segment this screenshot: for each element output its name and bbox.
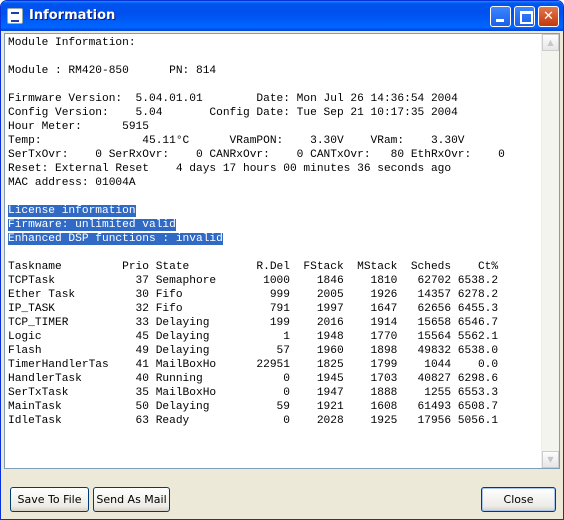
config-version-line: Config Version: 5.04 Config Date: Tue Se…: [8, 107, 458, 119]
firmware-version-line: Firmware Version: 5.04.01.01 Date: Mon J…: [8, 93, 458, 105]
close-window-button[interactable]: ✕: [538, 6, 559, 27]
information-window: Information ✕ Module Information: Module…: [0, 0, 564, 520]
text-line: [8, 246, 538, 260]
maximize-button[interactable]: [514, 6, 535, 27]
task-row: Flash 49 Delaying 57 1960 1898 49832 653…: [8, 345, 499, 357]
license-heading-line: License information: [8, 204, 538, 218]
text-line: Module Information:: [8, 37, 136, 49]
window-title: Information: [29, 8, 116, 23]
text-line: [8, 50, 538, 64]
selected-text: Firmware: unlimited valid: [8, 219, 176, 231]
minimize-button[interactable]: [490, 6, 511, 27]
license-firmware-line: Firmware: unlimited valid: [8, 218, 538, 232]
close-icon: ✕: [543, 9, 554, 24]
information-content: Module Information: Module : RM420-850 P…: [8, 36, 538, 428]
maximize-icon: [520, 11, 533, 24]
chevron-down-icon: ▼: [547, 455, 554, 464]
task-row: SerTxTask 35 MailBoxHo 0 1947 1888 1255 …: [8, 387, 499, 399]
information-text-area[interactable]: Module Information: Module : RM420-850 P…: [4, 33, 560, 469]
scroll-down-button[interactable]: ▼: [542, 451, 559, 468]
window-icon: [7, 8, 23, 24]
title-bar[interactable]: Information ✕: [1, 1, 563, 31]
task-row: TCP_TIMER 33 Delaying 199 2016 1914 1565…: [8, 317, 499, 329]
task-row: Ether Task 30 Fifo 999 2005 1926 14357 6…: [8, 289, 499, 301]
task-row: TimerHandlerTas 41 MailBoxHo 22951 1825 …: [8, 359, 499, 371]
scroll-up-button[interactable]: ▲: [542, 34, 559, 51]
minimize-icon: [496, 19, 504, 22]
save-to-file-button[interactable]: Save To File: [10, 487, 89, 512]
text-line: [8, 78, 538, 92]
selected-text: Enhanced DSP functions : invalid: [8, 233, 223, 245]
button-bar: Save To File Send As Mail Close: [1, 471, 563, 519]
task-row: IP_TASK 32 Fifo 791 1997 1647 62656 6455…: [8, 303, 499, 315]
chevron-up-icon: ▲: [547, 38, 554, 47]
task-row: HandlerTask 40 Running 0 1945 1703 40827…: [8, 373, 499, 385]
close-button[interactable]: Close: [481, 487, 556, 512]
vertical-scrollbar[interactable]: ▲ ▼: [541, 34, 559, 468]
temp-line: Temp: 45.11°C VRamPON: 3.30V VRam: 3.30V: [8, 135, 465, 147]
selected-text: License information: [8, 205, 136, 217]
reset-line: Reset: External Reset 4 days 17 hours 00…: [8, 163, 452, 175]
task-row: TCPTask 37 Semaphore 1000 1846 1810 6270…: [8, 275, 499, 287]
text-line: [8, 190, 538, 204]
overrun-line: SerTxOvr: 0 SerRxOvr: 0 CANRxOvr: 0 CANT…: [8, 149, 505, 161]
task-row: IdleTask 63 Ready 0 2028 1925 17956 5056…: [8, 415, 499, 427]
send-as-mail-button[interactable]: Send As Mail: [93, 487, 170, 512]
task-table-header: Taskname Prio State R.Del FStack MStack …: [8, 261, 499, 273]
task-row: MainTask 50 Delaying 59 1921 1608 61493 …: [8, 401, 499, 413]
license-dsp-line: Enhanced DSP functions : invalid: [8, 232, 538, 246]
mac-address-line: MAC address: 01004A: [8, 177, 136, 189]
hour-meter-line: Hour Meter: 5915: [8, 121, 149, 133]
task-row: Logic 45 Delaying 1 1948 1770 15564 5562…: [8, 331, 499, 343]
module-line: Module : RM420-850 PN: 814: [8, 65, 217, 77]
